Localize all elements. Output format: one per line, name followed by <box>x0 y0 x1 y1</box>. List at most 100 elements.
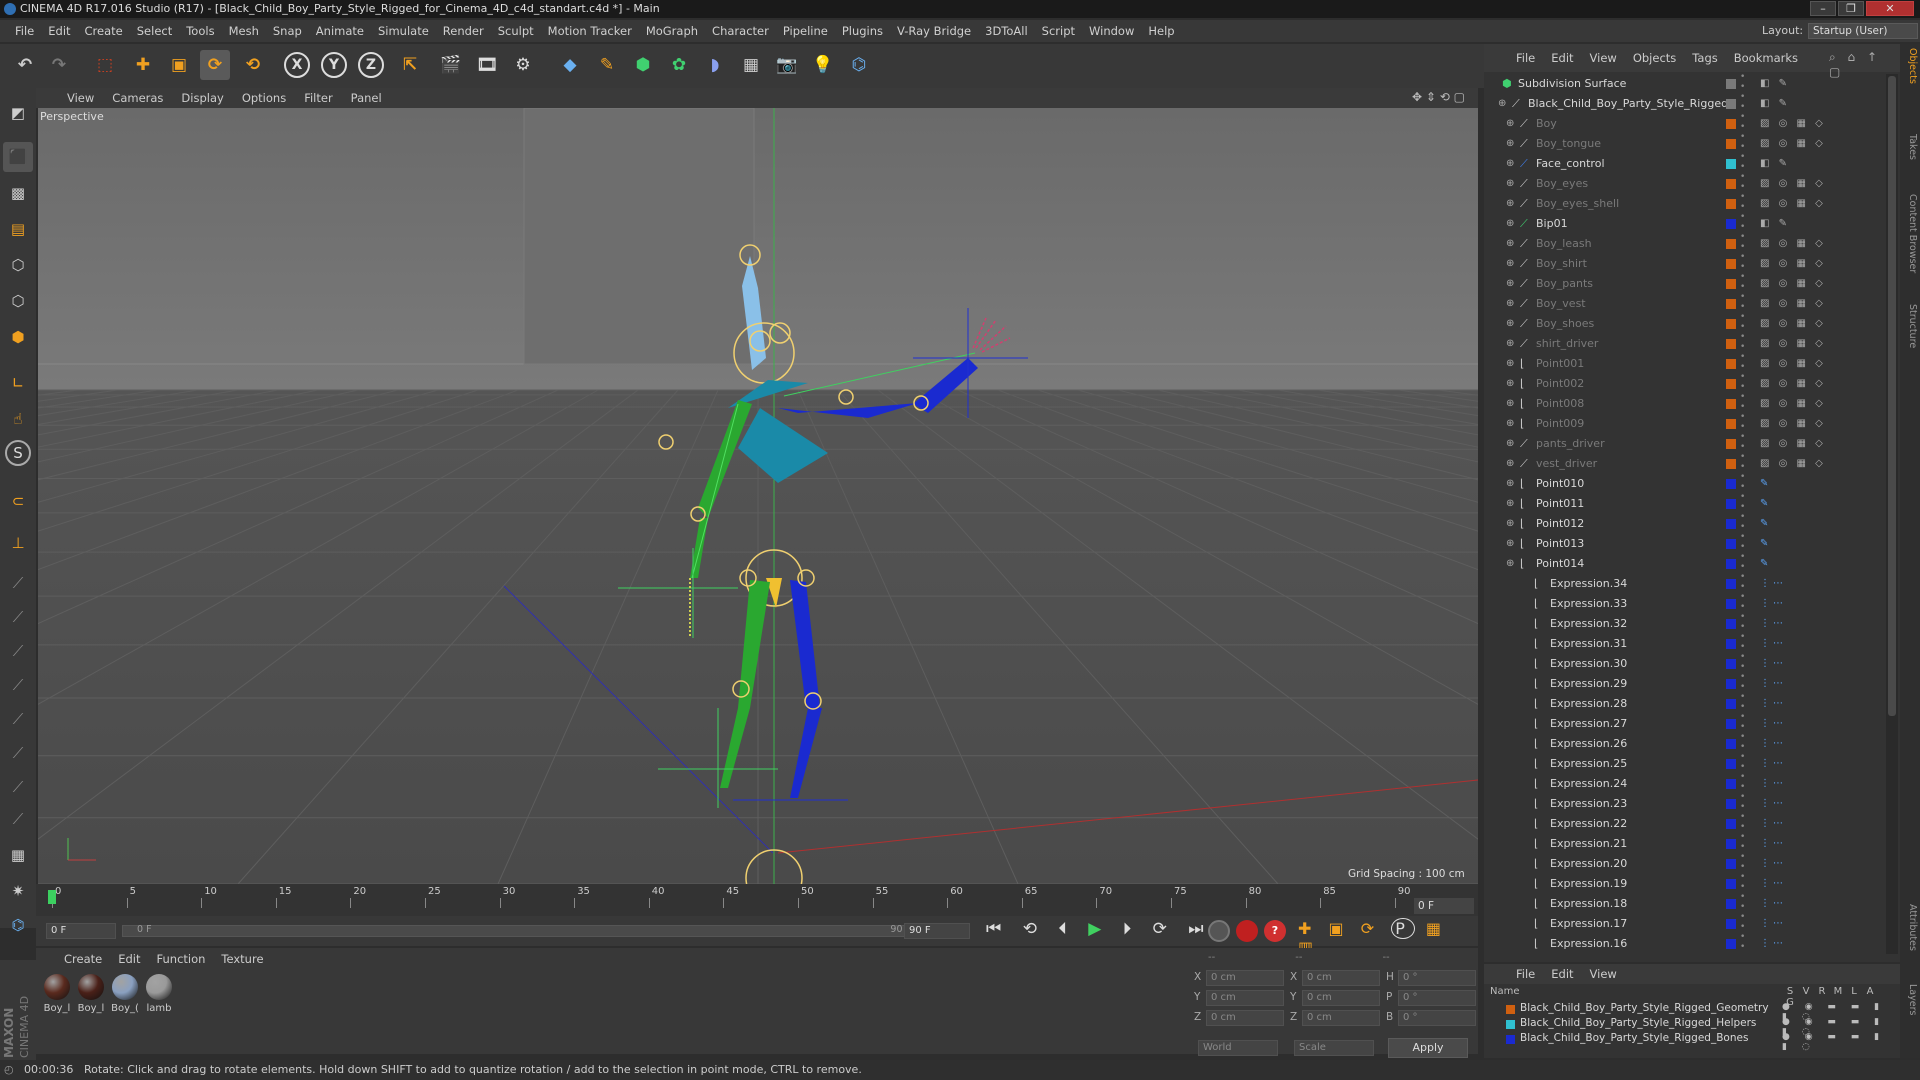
start-frame-field[interactable]: 0 F <box>46 923 116 939</box>
workplane-lock-icon[interactable]: ⊥ <box>3 528 33 558</box>
object-menu-view[interactable]: View <box>1582 51 1625 65</box>
object-tags-icons[interactable]: ⋮⋯ <box>1760 654 1786 674</box>
deformer-icon[interactable]: ◗ <box>700 50 730 80</box>
object-name[interactable]: Expression.32 <box>1550 614 1627 634</box>
y-axis-lock-icon[interactable]: Y <box>321 52 347 78</box>
layer-color-swatch[interactable] <box>1726 179 1736 189</box>
layer-color-swatch[interactable] <box>1726 559 1736 569</box>
current-frame-field[interactable]: 0 F <box>1414 898 1474 914</box>
object-row[interactable]: ⌊ Expression.16 • • ⋮⋯ <box>1484 932 1884 954</box>
layer-color-swatch[interactable] <box>1726 939 1736 949</box>
object-name[interactable]: Expression.24 <box>1550 774 1627 794</box>
expand-toggle-icon[interactable]: ⊕ <box>1506 154 1514 174</box>
end-frame-field[interactable]: 90 F <box>904 923 970 939</box>
visibility-dots-icon[interactable]: • • <box>1740 432 1745 452</box>
auto-key-icon[interactable] <box>1236 920 1258 942</box>
coordinate-system-icon[interactable]: ⇱ <box>395 50 425 80</box>
object-tags-icons[interactable]: ◧ ✎ <box>1760 94 1790 114</box>
layer-color-swatch[interactable] <box>1726 119 1736 129</box>
z-axis-lock-icon[interactable]: Z <box>358 52 384 78</box>
object-name[interactable]: Expression.19 <box>1550 874 1627 894</box>
expand-toggle-icon[interactable]: ⊕ <box>1506 394 1514 414</box>
object-menu-edit[interactable]: Edit <box>1543 51 1581 65</box>
object-tags-icons[interactable]: ⋮⋯ <box>1760 574 1786 594</box>
object-name[interactable]: Point013 <box>1536 534 1584 554</box>
object-tags-icons[interactable]: ▨ ◎ ▦ ◇ <box>1760 374 1826 394</box>
object-row[interactable]: ⊕ ⟋ Boy_pants • • ▨ ◎ ▦ ◇ <box>1484 272 1884 294</box>
expand-toggle-icon[interactable]: ⊕ <box>1506 374 1514 394</box>
3d-viewport[interactable]: Perspective Grid Spacing : 100 cm <box>38 108 1478 884</box>
visibility-dots-icon[interactable]: • • <box>1740 872 1745 892</box>
viewport-menu-panel[interactable]: Panel <box>342 91 391 105</box>
symmetry-icon[interactable]: ✷ <box>3 876 33 906</box>
object-name[interactable]: Expression.22 <box>1550 814 1627 834</box>
visibility-dots-icon[interactable]: • • <box>1740 152 1745 172</box>
visibility-dots-icon[interactable]: • • <box>1740 732 1745 752</box>
expand-toggle-icon[interactable]: ⊕ <box>1506 314 1514 334</box>
object-list-scrollbar[interactable] <box>1886 74 1898 954</box>
object-row[interactable]: ⊕ ⌊ Point008 • • ▨ ◎ ▦ ◇ <box>1484 392 1884 414</box>
object-name[interactable]: Point002 <box>1536 374 1584 394</box>
visibility-dots-icon[interactable]: • • <box>1740 132 1745 152</box>
object-tags-icons[interactable]: ⋮⋯ <box>1760 754 1786 774</box>
light-icon[interactable]: 💡 <box>808 50 838 80</box>
visibility-dots-icon[interactable]: • • <box>1740 932 1745 952</box>
layer-color-swatch[interactable] <box>1726 259 1736 269</box>
object-tags-icons[interactable]: ⋮⋯ <box>1760 934 1786 954</box>
layer-color-swatch[interactable] <box>1726 519 1736 529</box>
object-tags-icons[interactable]: ⋮⋯ <box>1760 674 1786 694</box>
visibility-dots-icon[interactable]: • • <box>1740 392 1745 412</box>
undo-icon[interactable]: ↶ <box>10 50 40 80</box>
material-menu-create[interactable]: Create <box>56 952 110 966</box>
object-tags-icons[interactable]: ▨ ◎ ▦ ◇ <box>1760 254 1826 274</box>
frame-range-slider[interactable]: 0 F 90 F <box>122 924 922 937</box>
material-menu-function[interactable]: Function <box>149 952 214 966</box>
object-tags-icons[interactable]: ✎ <box>1760 534 1771 554</box>
object-name[interactable]: Bip01 <box>1536 214 1568 234</box>
expand-toggle-icon[interactable]: ⊕ <box>1506 534 1514 554</box>
object-name[interactable]: Boy_vest <box>1536 294 1586 314</box>
layer-color-swatch[interactable] <box>1726 139 1736 149</box>
coordinate-value-field[interactable]: 0 cm <box>1206 970 1284 986</box>
move-icon[interactable]: ✚ <box>128 50 158 80</box>
object-tags-icons[interactable]: ⋮⋯ <box>1760 774 1786 794</box>
object-name[interactable]: Expression.31 <box>1550 634 1627 654</box>
object-name[interactable]: Expression.21 <box>1550 834 1627 854</box>
object-row[interactable]: ⌊ Expression.19 • • ⋮⋯ <box>1484 872 1884 894</box>
object-menu-file[interactable]: File <box>1508 51 1543 65</box>
layer-color-swatch[interactable] <box>1726 839 1736 849</box>
object-row[interactable]: ⊕ ⟋ Boy_eyes • • ▨ ◎ ▦ ◇ <box>1484 172 1884 194</box>
layer-color-swatch[interactable] <box>1726 239 1736 249</box>
object-name[interactable]: Expression.34 <box>1550 574 1627 594</box>
object-row[interactable]: ⊕ ⟋ vest_driver • • ▨ ◎ ▦ ◇ <box>1484 452 1884 474</box>
viewport-menu-filter[interactable]: Filter <box>295 91 341 105</box>
object-name[interactable]: Point008 <box>1536 394 1584 414</box>
object-row[interactable]: ⊕ ⟋ Boy_eyes_shell • • ▨ ◎ ▦ ◇ <box>1484 192 1884 214</box>
menu-snap[interactable]: Snap <box>266 24 309 38</box>
playback-controls[interactable]: ⏮ ⟲ ⏴ ▶ ⏵ ⟳ ⏭ <box>986 919 1212 939</box>
object-tags-icons[interactable]: ▨ ◎ ▦ ◇ <box>1760 274 1826 294</box>
tab-objects[interactable]: Objects <box>1902 48 1918 84</box>
layer-row[interactable]: Black_Child_Boy_Party_Style_Rigged_Helpe… <box>1490 1017 1890 1037</box>
minimize-button[interactable]: – <box>1810 1 1836 16</box>
object-row[interactable]: ⊕ ⌊ Point010 • • ✎ <box>1484 472 1884 494</box>
viewport-scene[interactable] <box>38 108 1478 884</box>
coordinate-value-field[interactable]: 0 cm <box>1206 1010 1284 1026</box>
visibility-dots-icon[interactable]: • • <box>1740 212 1745 232</box>
expand-toggle-icon[interactable]: ⊕ <box>1506 434 1514 454</box>
coordinate-value-field[interactable]: 0 cm <box>1302 990 1380 1006</box>
layer-color-swatch[interactable] <box>1726 679 1736 689</box>
object-tags-icons[interactable]: ⋮⋯ <box>1760 794 1786 814</box>
layer-color-swatch[interactable] <box>1726 439 1736 449</box>
object-tags-icons[interactable]: ⋮⋯ <box>1760 854 1786 874</box>
object-row[interactable]: ⊕ ⟋ Boy_vest • • ▨ ◎ ▦ ◇ <box>1484 292 1884 314</box>
coordinate-mode-select[interactable]: World <box>1198 1040 1278 1056</box>
layer-color-swatch[interactable] <box>1726 799 1736 809</box>
object-row[interactable]: ⊕ ⟋ shirt_driver • • ▨ ◎ ▦ ◇ <box>1484 332 1884 354</box>
subdivision-icon[interactable]: ⬢ <box>628 50 658 80</box>
expand-toggle-icon[interactable]: ⊕ <box>1506 174 1514 194</box>
layer-color-swatch[interactable] <box>1726 319 1736 329</box>
object-row[interactable]: ⊕ ⟋ Black_Child_Boy_Party_Style_Rigged • • ◧ … <box>1484 92 1884 114</box>
object-name[interactable]: Expression.26 <box>1550 734 1627 754</box>
object-name[interactable]: Point009 <box>1536 414 1584 434</box>
